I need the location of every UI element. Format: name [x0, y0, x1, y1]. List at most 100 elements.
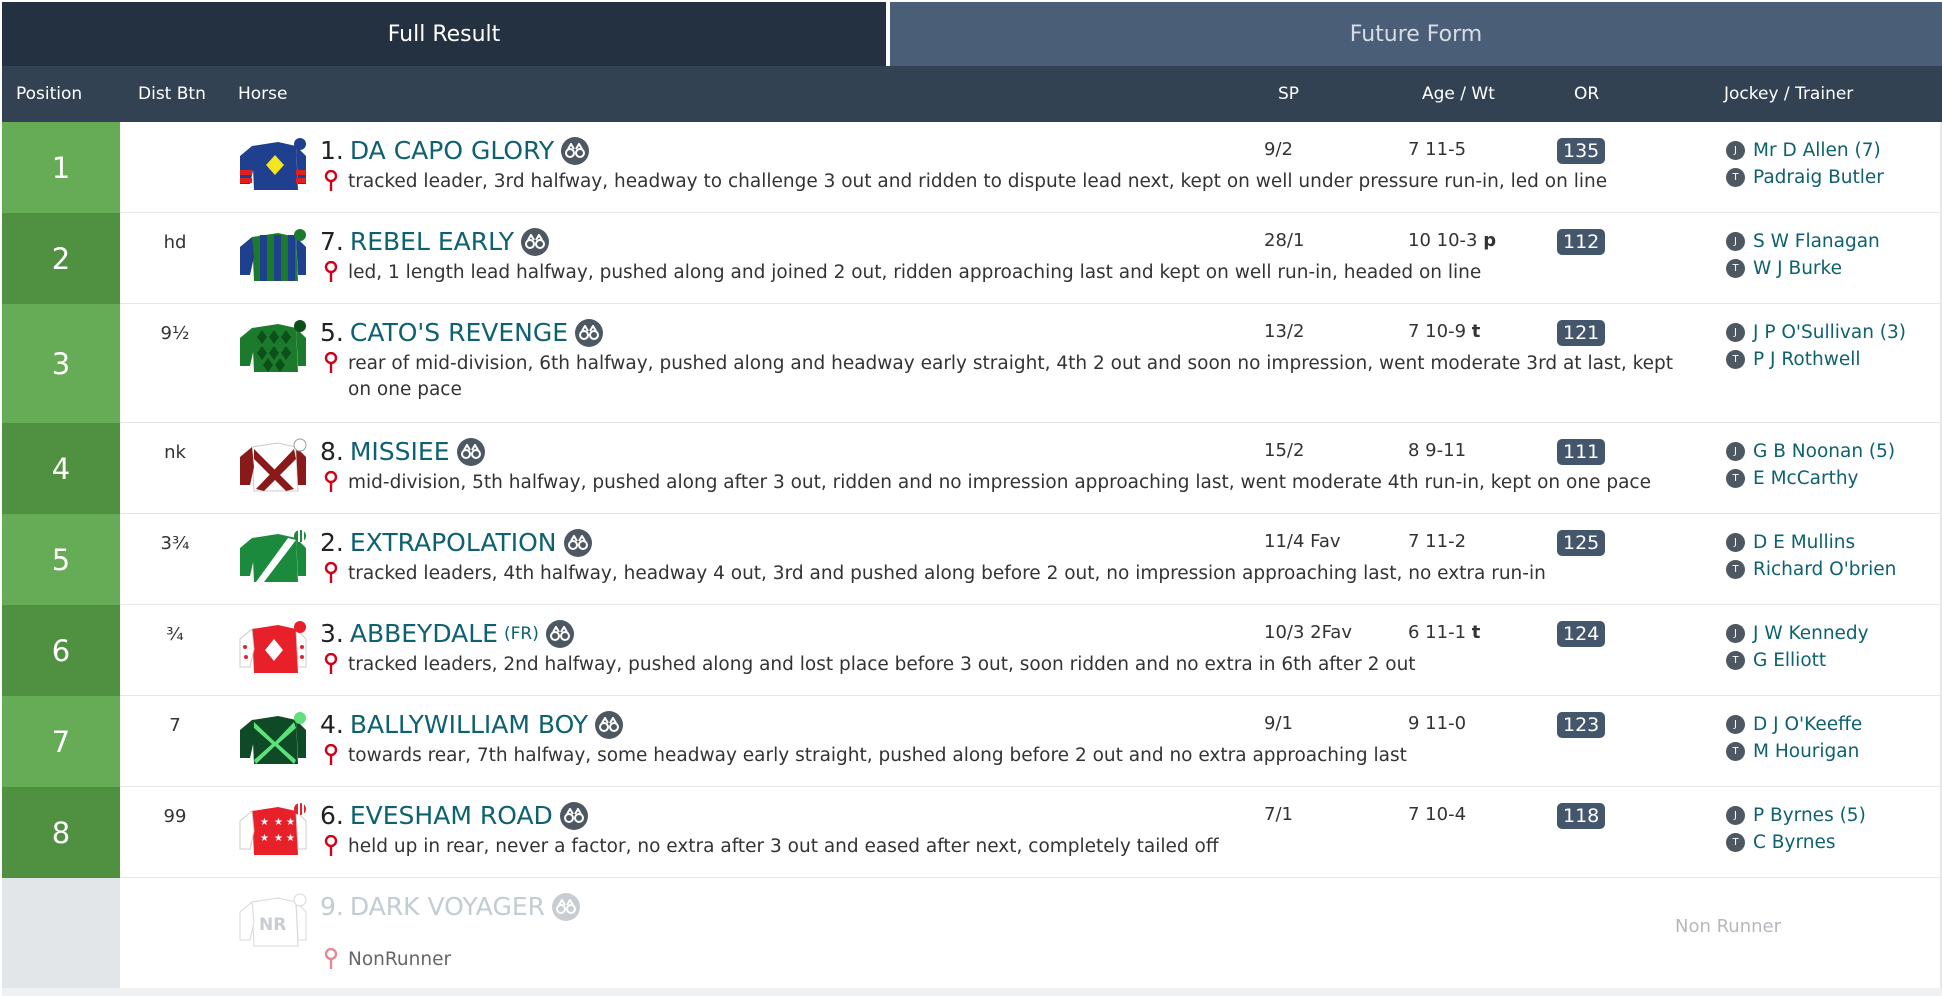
table-row[interactable]: 1 1. DA CAPO GLORY tracked leader, 3rd h… [2, 122, 1942, 213]
table-row[interactable]: 3 9½ 5. CATO'S REVENGE rear of mid-divis… [2, 304, 1942, 423]
trainer-link[interactable]: G Elliott [1753, 650, 1826, 671]
trainer-link[interactable]: W J Burke [1753, 258, 1842, 279]
horse-name-link[interactable]: BALLYWILLIAM BOY [350, 710, 588, 739]
horse-name-group: 9. DARK VOYAGER [320, 892, 580, 921]
distance-beaten: ¾ [166, 624, 184, 645]
trainer-link[interactable]: M Hourigan [1753, 741, 1859, 762]
tab-full-result[interactable]: Full Result [2, 2, 886, 66]
results-table-body: 1 1. DA CAPO GLORY tracked leader, 3rd h… [2, 122, 1942, 989]
headgear: t [1471, 622, 1481, 643]
age-weight: 6 11-1 t [1408, 622, 1481, 643]
non-runner-status: Non Runner [1675, 916, 1782, 937]
jockey-trainer: J Mr D Allen (7) T Padraig Butler [1726, 137, 1884, 191]
distance-beaten: 7 [169, 715, 181, 736]
jockey-link[interactable]: J W Kennedy [1753, 623, 1869, 644]
svg-text:★: ★ [260, 833, 269, 844]
trainer-link[interactable]: C Byrnes [1753, 832, 1835, 853]
distance-beaten: 3¾ [160, 533, 190, 554]
silk-icon [240, 438, 307, 492]
race-comment: NonRunner [348, 949, 452, 970]
finish-position: 7 [2, 696, 120, 787]
jockey-link[interactable]: D E Mullins [1753, 532, 1855, 553]
binoculars-icon[interactable] [563, 528, 592, 557]
jockey-link[interactable]: D J O'Keeffe [1753, 714, 1862, 735]
svg-text:★: ★ [286, 817, 295, 828]
trainer-link[interactable]: E McCarthy [1753, 468, 1859, 489]
table-row[interactable]: 4 nk 8. MISSIEE mid-division, 5th halfwa… [2, 423, 1942, 514]
horse-name-link[interactable]: REBEL EARLY [350, 227, 514, 256]
jockey-link[interactable]: J P O'Sullivan (3) [1753, 322, 1906, 343]
official-rating-badge: 135 [1557, 138, 1606, 164]
jockey-badge-icon: J [1726, 533, 1745, 552]
trainer-link[interactable]: P J Rothwell [1753, 349, 1861, 370]
runner-number: 7. [320, 227, 344, 256]
distance-beaten: nk [164, 442, 186, 463]
race-comment: towards rear, 7th halfway, some headway … [348, 745, 1407, 766]
binoculars-icon[interactable] [575, 318, 604, 347]
headgear: t [1471, 321, 1481, 342]
horse-name-link[interactable]: ABBEYDALE [350, 619, 498, 648]
binoculars-icon[interactable] [456, 437, 485, 466]
horse-name-link[interactable]: DA CAPO GLORY [350, 136, 554, 165]
silk-icon [240, 320, 306, 372]
horse-name-link[interactable]: MISSIEE [350, 437, 450, 466]
silk-nr-label: NR [259, 915, 286, 935]
starting-price: 28/1 [1264, 230, 1305, 251]
runner-number: 8. [320, 437, 344, 466]
starting-price: 10/3 2Fav [1264, 622, 1352, 643]
horse-name-link[interactable]: CATO'S REVENGE [350, 318, 568, 347]
binoculars-icon[interactable] [545, 619, 574, 648]
jockey-link[interactable]: G B Noonan (5) [1753, 441, 1895, 462]
table-row[interactable]: 2 hd 7. REBEL EARLY led, 1 length lead h… [2, 213, 1942, 304]
jockey-badge-icon: J [1726, 806, 1745, 825]
horse-name-link[interactable]: EVESHAM ROAD [350, 801, 553, 830]
race-comment: tracked leaders, 4th halfway, headway 4 … [348, 563, 1546, 584]
binoculars-icon[interactable] [552, 892, 580, 921]
jockey-link[interactable]: S W Flanagan [1753, 231, 1880, 252]
trainer-badge-icon: T [1726, 833, 1745, 852]
silk-icon [239, 621, 307, 673]
binoculars-icon[interactable] [559, 801, 588, 830]
header-jockey-trainer: Jockey / Trainer [1724, 84, 1854, 104]
finish-position: 4 [2, 423, 120, 514]
binoculars-icon[interactable] [521, 227, 549, 256]
jockey-link[interactable]: Mr D Allen (7) [1753, 140, 1881, 161]
horse-name-link[interactable]: EXTRAPOLATION [350, 528, 557, 557]
race-comment: rear of mid-division, 6th halfway, pushe… [348, 353, 1674, 400]
jockey-link[interactable]: P Byrnes (5) [1753, 805, 1866, 826]
official-rating-badge: 125 [1557, 530, 1606, 556]
table-row[interactable]: 8 99 ★ ★ ★ ★ ★ ★ 6. EVESHAM ROAD held up in … [2, 787, 1942, 878]
tab-future-form[interactable]: Future Form [890, 2, 1942, 66]
non-runner-row[interactable]: NR 9. DARK VOYAGER NonRunner Non Runner [2, 878, 1942, 989]
finish-position: 3 [2, 304, 120, 423]
table-row[interactable]: 7 7 4. BALLYWILLIAM BOY towards rear, 7t… [2, 696, 1942, 787]
jockey-badge-icon: J [1726, 715, 1745, 734]
race-comment: held up in rear, never a factor, no extr… [348, 836, 1219, 857]
table-row[interactable]: 6 ¾ 3. ABBEYDALE (FR) tracked leaders, 2… [2, 605, 1942, 696]
silk-icon [240, 138, 306, 190]
trainer-badge-icon: T [1726, 259, 1745, 278]
horse-name-group: 4. BALLYWILLIAM BOY [320, 710, 624, 739]
trainer-link[interactable]: Richard O'brien [1753, 559, 1896, 580]
official-rating-badge: 123 [1557, 712, 1606, 738]
svg-text:★: ★ [274, 833, 283, 844]
horse-name-group: 3. ABBEYDALE (FR) [320, 619, 574, 648]
starting-price: 9/1 [1264, 713, 1293, 734]
table-row[interactable]: 5 3¾ 2. EXTRAPOLATION tracked leaders, 4… [2, 514, 1942, 605]
starting-price: 15/2 [1264, 440, 1305, 461]
race-comment: tracked leaders, 2nd halfway, pushed alo… [348, 654, 1416, 675]
binoculars-icon[interactable] [595, 710, 624, 739]
runner-number: 1. [320, 136, 344, 165]
header-age-wt: Age / Wt [1422, 84, 1495, 104]
horse-name-group: 6. EVESHAM ROAD [320, 801, 588, 830]
silk-icon [240, 712, 306, 764]
jockey-trainer: J S W Flanagan T W J Burke [1726, 228, 1880, 282]
trainer-badge-icon: T [1726, 560, 1745, 579]
starting-price: 7/1 [1264, 804, 1293, 825]
distance-beaten: 9½ [160, 323, 190, 344]
runner-number: 9. [320, 892, 344, 921]
horse-name-link[interactable]: DARK VOYAGER [350, 892, 545, 921]
age-weight: 7 11-5 [1408, 139, 1467, 160]
trainer-link[interactable]: Padraig Butler [1753, 167, 1884, 188]
binoculars-icon[interactable] [561, 136, 590, 165]
